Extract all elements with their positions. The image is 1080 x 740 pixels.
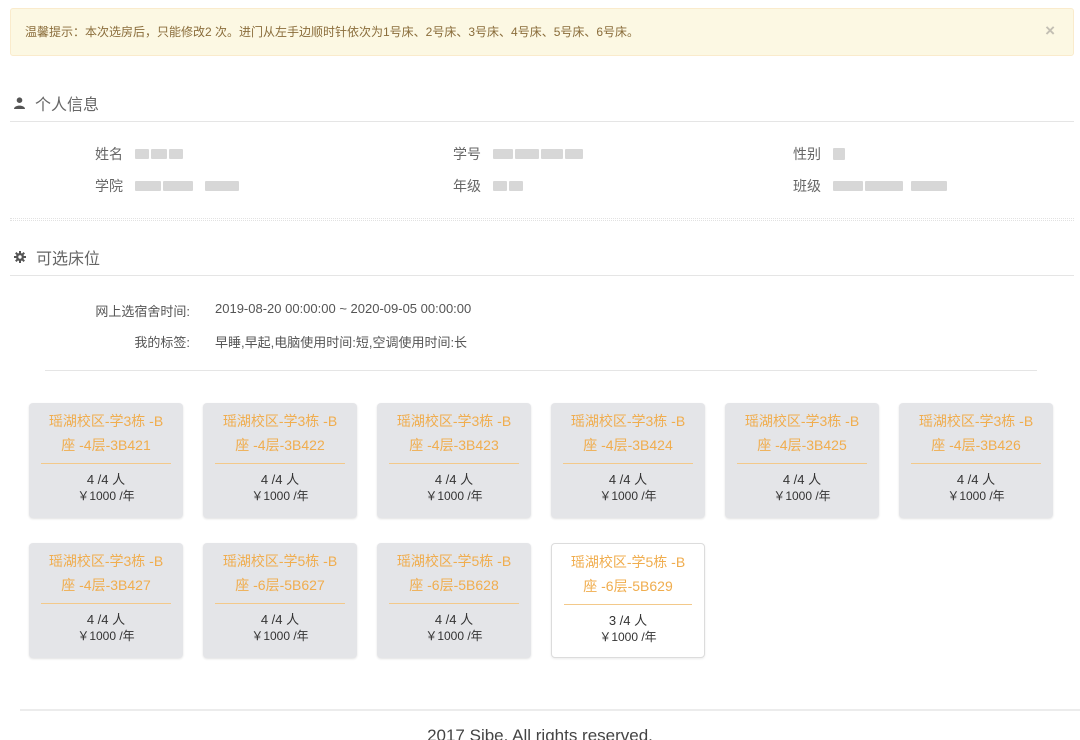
field-label: 年级 xyxy=(453,178,481,194)
gender-field: 性别 xyxy=(793,144,845,164)
room-name: 瑶湖校区-学5栋 -B 座 -6层-5B627 xyxy=(222,553,338,593)
room-price: ￥1000 /年 xyxy=(77,629,135,643)
room-price: ￥1000 /年 xyxy=(251,489,309,503)
redacted-value xyxy=(493,149,583,159)
student-id-field: 学号 xyxy=(453,144,583,164)
user-icon xyxy=(14,96,25,109)
room-price: ￥1000 /年 xyxy=(599,489,657,503)
redacted-value xyxy=(135,149,183,159)
available-beds-header: 可选床位 xyxy=(10,238,1074,276)
room-price: ￥1000 /年 xyxy=(773,489,831,503)
college-field: 学院 xyxy=(95,176,239,196)
divider xyxy=(215,463,345,464)
footer-copyright: 2017 Sibe. All rights reserved. xyxy=(427,726,653,740)
room-name: 瑶湖校区-学3栋 -B 座 -4层-3B426 xyxy=(918,413,1034,453)
divider xyxy=(911,463,1041,464)
field-label: 班级 xyxy=(793,178,821,194)
room-card[interactable]: 瑶湖校区-学3栋 -B 座 -4层-3B426 4 /4 人 ￥1000 /年 xyxy=(899,403,1053,518)
occupancy-count: 4 /4 人 xyxy=(86,472,126,487)
room-name: 瑶湖校区-学3栋 -B 座 -4层-3B424 xyxy=(570,413,686,453)
room-price: ￥1000 /年 xyxy=(599,630,657,644)
redacted-value xyxy=(833,148,845,160)
occupancy-count: 4 /4 人 xyxy=(782,472,822,487)
room-name: 瑶湖校区-学3栋 -B 座 -4层-3B421 xyxy=(48,413,164,453)
room-name: 瑶湖校区-学3栋 -B 座 -4层-3B425 xyxy=(744,413,860,453)
room-card[interactable]: 瑶湖校区-学3栋 -B 座 -4层-3B425 4 /4 人 ￥1000 /年 xyxy=(725,403,879,518)
occupancy-count: 4 /4 人 xyxy=(86,612,126,627)
room-name: 瑶湖校区-学3栋 -B 座 -4层-3B427 xyxy=(48,553,164,593)
my-tags-row: 我的标签: 早睡,早起,电脑使用时间:短,空调使用时间:长 xyxy=(0,332,1080,352)
divider xyxy=(389,463,519,464)
tags-label: 我的标签: xyxy=(134,335,190,350)
redacted-value xyxy=(135,181,239,191)
grade-field: 年级 xyxy=(453,176,523,196)
divider xyxy=(737,463,867,464)
room-price: ￥1000 /年 xyxy=(251,629,309,643)
tags-value: 早睡,早起,电脑使用时间:短,空调使用时间:长 xyxy=(215,335,468,350)
room-card-available[interactable]: 瑶湖校区-学5栋 -B 座 -6层-5B629 3 /4 人 ￥1000 /年 xyxy=(551,543,705,658)
room-card[interactable]: 瑶湖校区-学3栋 -B 座 -4层-3B427 4 /4 人 ￥1000 /年 xyxy=(29,543,183,658)
divider xyxy=(389,603,519,604)
class-field: 班级 xyxy=(793,176,947,196)
field-label: 性别 xyxy=(793,146,821,162)
section-title: 个人信息 xyxy=(35,96,100,114)
gear-icon xyxy=(14,250,26,263)
room-card[interactable]: 瑶湖校区-学3栋 -B 座 -4层-3B421 4 /4 人 ￥1000 /年 xyxy=(29,403,183,518)
close-icon[interactable]: × xyxy=(1045,9,1055,53)
room-name: 瑶湖校区-学5栋 -B 座 -6层-5B629 xyxy=(570,554,686,594)
divider xyxy=(45,370,1037,371)
divider xyxy=(563,463,693,464)
personal-info-header: 个人信息 xyxy=(10,84,1074,122)
occupancy-count: 4 /4 人 xyxy=(434,472,474,487)
selection-time-row: 网上选宿舍时间: 2019-08-20 00:00:00 ~ 2020-09-0… xyxy=(0,301,1080,321)
room-price: ￥1000 /年 xyxy=(425,489,483,503)
alert-text: 温馨提示：本次选房后，只能修改2 次。进门从左手边顺时针依次为1号床、2号床、3… xyxy=(25,25,640,39)
room-card[interactable]: 瑶湖校区-学3栋 -B 座 -4层-3B423 4 /4 人 ￥1000 /年 xyxy=(377,403,531,518)
room-price: ￥1000 /年 xyxy=(77,489,135,503)
redacted-value xyxy=(493,181,523,191)
room-card[interactable]: 瑶湖校区-学3栋 -B 座 -4层-3B422 4 /4 人 ￥1000 /年 xyxy=(203,403,357,518)
occupancy-count: 4 /4 人 xyxy=(260,472,300,487)
room-price: ￥1000 /年 xyxy=(425,629,483,643)
divider xyxy=(215,603,345,604)
personal-info-grid: 姓名 学号 性别 学院 年级 班级 xyxy=(0,138,1080,204)
name-field: 姓名 xyxy=(95,144,183,164)
room-name: 瑶湖校区-学3栋 -B 座 -4层-3B423 xyxy=(396,413,512,453)
footer-divider xyxy=(20,709,1080,711)
occupancy-count: 4 /4 人 xyxy=(956,472,996,487)
occupancy-count: 4 /4 人 xyxy=(434,612,474,627)
divider xyxy=(564,604,692,605)
room-card[interactable]: 瑶湖校区-学5栋 -B 座 -6层-5B628 4 /4 人 ￥1000 /年 xyxy=(377,543,531,658)
occupancy-count: 4 /4 人 xyxy=(260,612,300,627)
room-name: 瑶湖校区-学5栋 -B 座 -6层-5B628 xyxy=(396,553,512,593)
field-label: 姓名 xyxy=(95,146,123,162)
divider xyxy=(41,463,171,464)
field-label: 学院 xyxy=(95,178,123,194)
room-card[interactable]: 瑶湖校区-学5栋 -B 座 -6层-5B627 4 /4 人 ￥1000 /年 xyxy=(203,543,357,658)
warning-alert: 温馨提示：本次选房后，只能修改2 次。进门从左手边顺时针依次为1号床、2号床、3… xyxy=(10,8,1074,56)
section-title: 可选床位 xyxy=(36,250,101,268)
redacted-value xyxy=(833,181,947,191)
field-label: 学号 xyxy=(453,146,481,162)
room-price: ￥1000 /年 xyxy=(947,489,1005,503)
occupancy-count: 3 /4 人 xyxy=(608,613,648,628)
time-label: 网上选宿舍时间: xyxy=(95,304,190,319)
room-card[interactable]: 瑶湖校区-学3栋 -B 座 -4层-3B424 4 /4 人 ￥1000 /年 xyxy=(551,403,705,518)
room-name: 瑶湖校区-学3栋 -B 座 -4层-3B422 xyxy=(222,413,338,453)
section-divider xyxy=(10,218,1074,221)
divider xyxy=(41,603,171,604)
time-value: 2019-08-20 00:00:00 ~ 2020-09-05 00:00:0… xyxy=(215,301,472,316)
occupancy-count: 4 /4 人 xyxy=(608,472,648,487)
